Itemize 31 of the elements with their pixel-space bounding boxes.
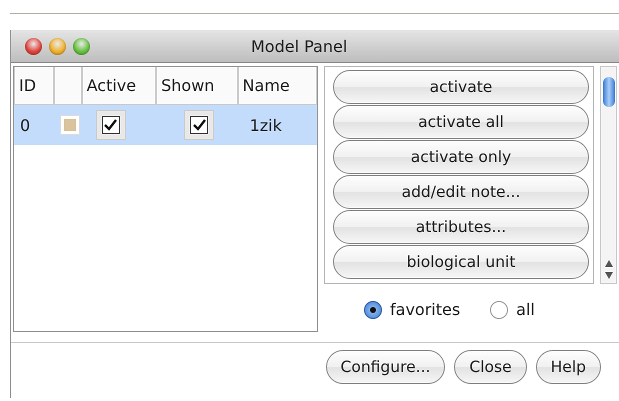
- button[interactable]: activate: [333, 70, 589, 104]
- button[interactable]: activate only: [333, 140, 589, 174]
- button[interactable]: Close: [454, 350, 527, 384]
- column-header: Shown: [156, 67, 238, 105]
- column-header: Name: [238, 67, 317, 105]
- zoom-button[interactable]: [73, 38, 90, 54]
- scroll-up-icon[interactable]: [604, 260, 612, 267]
- column-header: ID: [14, 67, 54, 105]
- table-row[interactable]: 0 1zik: [14, 105, 317, 145]
- minimize-button[interactable]: [49, 38, 66, 54]
- window-title: Model Panel: [251, 36, 348, 56]
- color-swatch[interactable]: [60, 115, 80, 135]
- button[interactable]: biological unit: [333, 245, 589, 279]
- button[interactable]: attributes...: [333, 210, 589, 244]
- table-cell: 1zik: [250, 116, 282, 134]
- button[interactable]: Help: [536, 350, 601, 384]
- button[interactable]: Configure...: [326, 350, 446, 384]
- button[interactable]: activate all: [333, 105, 589, 139]
- table-cell: 0: [20, 116, 30, 134]
- checkbox[interactable]: [190, 116, 208, 134]
- scroll-thumb[interactable]: [602, 77, 614, 107]
- scroll-down-icon[interactable]: [604, 272, 612, 279]
- radio-label: all: [516, 300, 535, 319]
- column-header: Active: [82, 67, 156, 105]
- scrollbar[interactable]: [600, 66, 617, 284]
- button[interactable]: add/edit note...: [333, 175, 589, 209]
- close-button[interactable]: [25, 38, 42, 54]
- checkbox[interactable]: [102, 116, 120, 134]
- radio-label: favorites: [390, 300, 460, 319]
- radio-button[interactable]: [364, 300, 382, 318]
- radio-button[interactable]: [490, 300, 508, 318]
